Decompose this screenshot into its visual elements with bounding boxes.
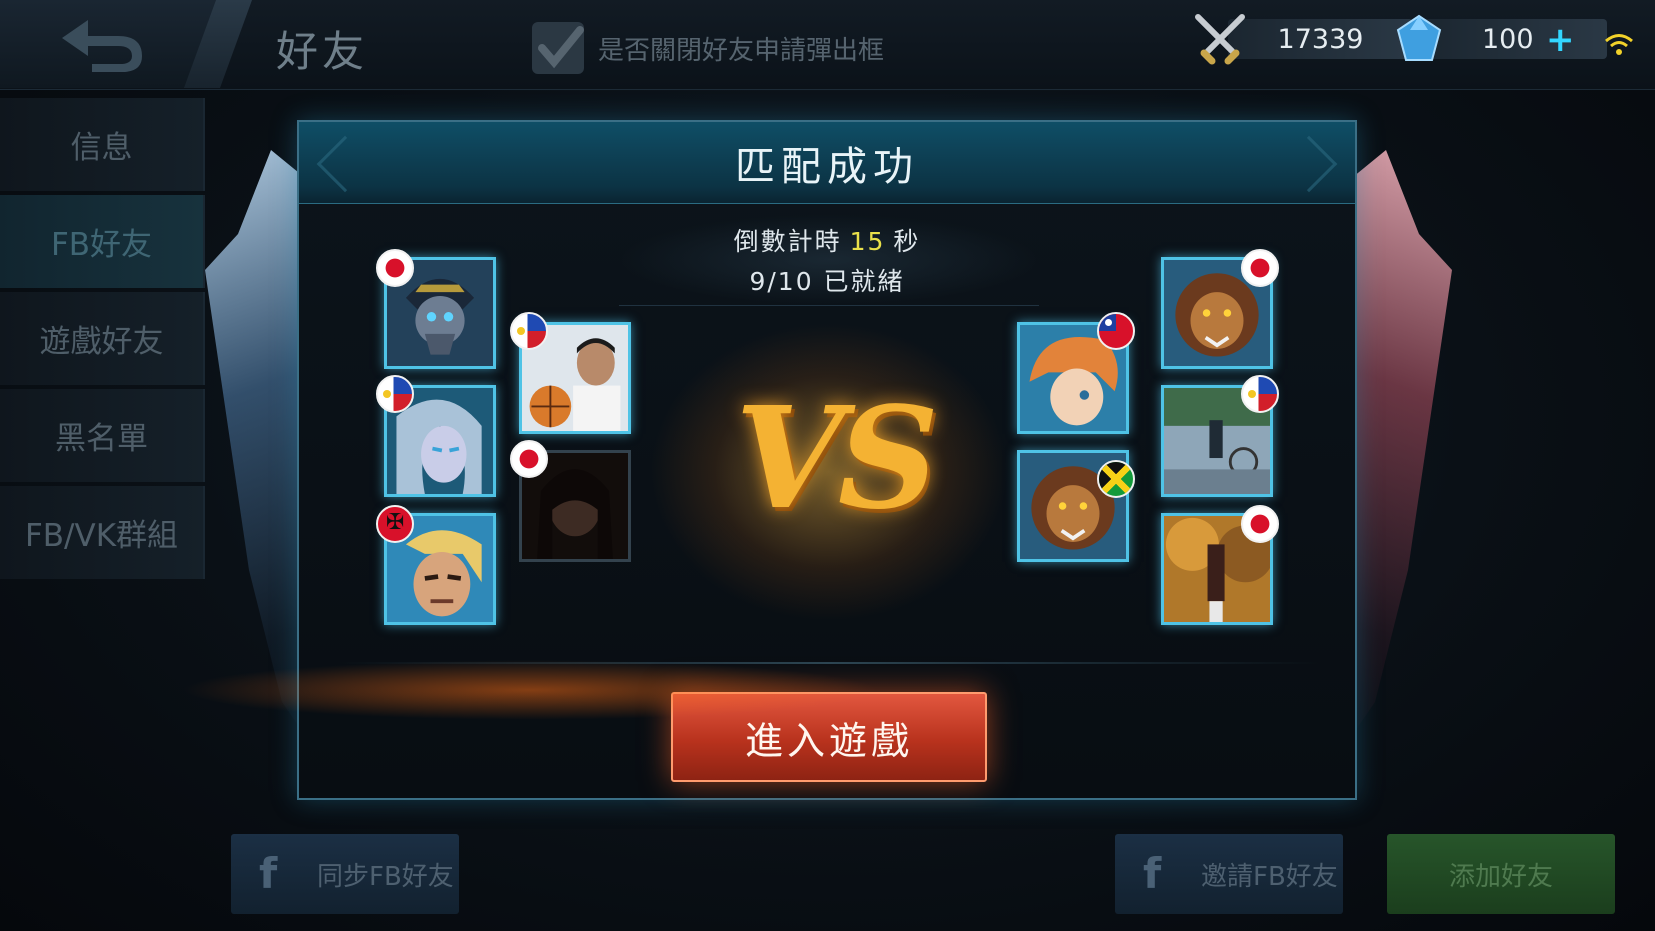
page-title: 好友 [276,27,369,76]
popup-toggle-checkbox[interactable] [532,22,584,74]
sidebar-item-fb-friends[interactable]: FB好友 [0,195,205,288]
back-arrow-icon [62,20,142,72]
invite-fb-friends-label: 邀請FB好友 [1201,861,1338,892]
wifi-icon [1605,34,1633,55]
crossed-swords-icon [1195,14,1245,65]
sidebar-item-label: 黑名單 [55,421,148,457]
sidebar-item-groups[interactable]: FB/VK群組 [0,486,205,579]
dialog-header: 匹配成功 [299,122,1355,204]
diamond-counter: 100 + [1394,14,1607,62]
sidebar-item-label: 遊戲好友 [39,324,164,360]
sidebar-item-messages[interactable]: 信息 [0,98,205,191]
sidebar-item-blacklist[interactable]: 黑名單 [0,389,205,482]
facebook-icon: f [1143,849,1162,898]
countdown-prefix: 倒數計時 [733,227,842,256]
header-ornament-right [1280,135,1338,193]
facebook-icon: f [259,849,278,898]
philippines-flag-icon [376,375,414,413]
sidebar-item-label: 信息 [70,130,133,166]
top-bar: 好友 是否關閉好友申請彈出框 17339 100 + [0,0,1655,90]
add-diamond-icon[interactable]: + [1546,20,1575,60]
checkmark-icon [538,26,584,69]
countdown-suffix: 秒 [893,227,921,256]
sync-fb-friends-label: 同步FB好友 [317,861,454,892]
header-ornament-left [316,135,374,193]
gold-amount: 17339 [1228,19,1413,59]
jamaica-flag-icon [1097,460,1135,498]
add-friend-button[interactable]: 添加好友 [1387,834,1615,914]
enter-button-glow [180,660,880,720]
albania-flag-icon [376,505,414,543]
popup-toggle-label: 是否關閉好友申請彈出框 [598,35,885,66]
sync-fb-friends-button[interactable]: f 同步FB好友 [231,834,459,914]
dialog-title: 匹配成功 [735,143,919,190]
popup-toggle[interactable]: 是否關閉好友申請彈出框 [532,22,884,74]
philippines-flag-icon [510,312,548,350]
japan-flag-icon [510,440,548,478]
japan-flag-icon [1241,505,1279,543]
taiwan-flag-icon [1097,312,1135,350]
diamond-icon [1396,14,1442,61]
philippines-flag-icon [1241,375,1279,413]
vs-emblem: VS [735,377,939,541]
sidebar-item-label: FB/VK群組 [24,518,179,554]
japan-flag-icon [376,249,414,287]
gold-counter: 17339 [1192,14,1413,65]
sidebar-item-label: FB好友 [50,227,153,263]
diamond-amount: 100 [1422,19,1607,59]
countdown-text: 倒數計時 15 秒 [299,222,1355,258]
sidebar: 信息 FB好友 遊戲好友 黑名單 FB/VK群組 [0,98,205,583]
countdown-value: 15 [849,227,886,256]
invite-fb-friends-button[interactable]: f 邀請FB好友 [1115,834,1343,914]
japan-flag-icon [1241,249,1279,287]
sidebar-item-game-friends[interactable]: 遊戲好友 [0,292,205,385]
